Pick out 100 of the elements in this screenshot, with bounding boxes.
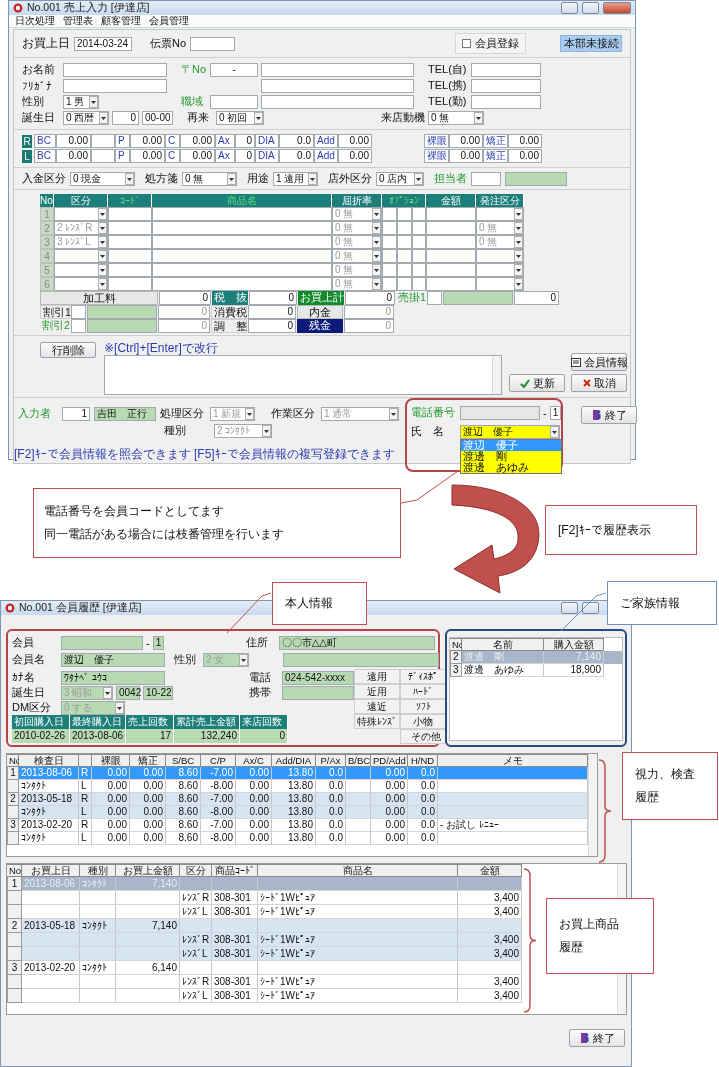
category-button[interactable]: 近用: [354, 684, 400, 699]
table-row[interactable]: ｺﾝﾀｸﾄ L 0.00 0.00 8.60 -8.00 0.00 13.80 0.0 0.00 0.0: [7, 832, 588, 845]
member-checkbox[interactable]: 会員登録: [455, 33, 526, 54]
text-field[interactable]: 吉田 正行: [94, 406, 156, 421]
text-field[interactable]: 0042: [116, 685, 140, 700]
category-button[interactable]: 遠用: [354, 669, 400, 684]
text-field[interactable]: 1: [549, 405, 561, 420]
category-button[interactable]: ｿﾌﾄ: [400, 699, 446, 714]
table-row[interactable]: ﾚﾝｽﾞL 308-301 ｼｰﾄﾞ1Wﾋﾟｭｱ 3,400: [7, 947, 522, 961]
category-button[interactable]: 特殊ﾚﾝｽﾞ: [354, 714, 400, 729]
text-field[interactable]: 0.0: [279, 149, 314, 163]
text-field[interactable]: [382, 235, 397, 249]
text-field[interactable]: [382, 277, 397, 291]
text-field[interactable]: [87, 319, 157, 333]
text-field[interactable]: 0: [249, 291, 297, 305]
text-field[interactable]: [397, 249, 412, 263]
maximize-button[interactable]: [582, 2, 599, 14]
text-field[interactable]: 0: [514, 291, 559, 305]
text-field[interactable]: [471, 94, 541, 109]
category-button[interactable]: ﾃﾞｨｽﾎﾟ: [400, 669, 446, 684]
text-field[interactable]: 0.00: [130, 134, 165, 148]
dropdown[interactable]: 1 遠用: [273, 171, 318, 186]
text-field[interactable]: 0: [235, 149, 255, 163]
text-field[interactable]: [108, 249, 152, 263]
memo-field[interactable]: [104, 355, 502, 395]
text-field[interactable]: 0.00: [449, 149, 483, 163]
dropdown[interactable]: [476, 207, 524, 221]
text-field[interactable]: [426, 235, 476, 249]
text-field[interactable]: 0: [248, 305, 296, 319]
exit-button[interactable]: 終了: [569, 1029, 625, 1047]
table-row[interactable]: 1 2013-08-06 R 0.00 0.00 8.60 -7.00 0.00 13.80 0.0 0.00 0.0: [7, 767, 588, 780]
text-field[interactable]: [108, 235, 152, 249]
text-field[interactable]: [382, 207, 397, 221]
text-field[interactable]: [63, 78, 167, 93]
text-field[interactable]: [91, 134, 115, 148]
menu-item[interactable]: 顧客管理: [101, 15, 141, 27]
text-field[interactable]: [261, 78, 414, 93]
text-field[interactable]: [426, 249, 476, 263]
text-field[interactable]: [210, 94, 258, 109]
category-button[interactable]: 小物: [400, 714, 446, 729]
text-field[interactable]: [152, 263, 332, 277]
text-field[interactable]: [87, 305, 157, 319]
table-row[interactable]: 3 2013-02-20 ｺﾝﾀｸﾄ 6,140: [7, 961, 522, 975]
delete-row-button[interactable]: 行削除: [40, 342, 96, 358]
text-field[interactable]: -: [210, 62, 258, 77]
dropdown[interactable]: 0 西暦: [63, 110, 109, 125]
text-field[interactable]: [412, 207, 426, 221]
text-field[interactable]: [261, 62, 414, 77]
category-button[interactable]: ﾊｰﾄﾞ: [400, 684, 446, 699]
table-row[interactable]: 3 2013-02-20 R 0.00 0.00 8.60 -7.00 0.00 13.80 0.0 0.00 0.0 - お試し ﾚﾆｭｰ: [7, 819, 588, 832]
total-button[interactable]: 内金: [297, 305, 343, 319]
text-field[interactable]: [108, 221, 152, 235]
minimize-button[interactable]: [561, 2, 578, 14]
text-field[interactable]: [108, 263, 152, 277]
total-button[interactable]: 加工料: [40, 291, 158, 305]
text-field[interactable]: [412, 235, 426, 249]
text-field[interactable]: [443, 291, 513, 305]
cancel-button[interactable]: 取消: [571, 374, 627, 392]
text-field[interactable]: [71, 305, 86, 319]
dropdown[interactable]: 0 初回: [216, 110, 264, 125]
dropdown[interactable]: 渡辺 優子: [460, 424, 560, 439]
text-field[interactable]: [397, 263, 412, 277]
table-row[interactable]: 2 2013-05-18 ｺﾝﾀｸﾄ 7,140: [7, 919, 522, 933]
member-info-button[interactable]: 会員情報: [571, 353, 627, 371]
dropdown[interactable]: 1 男: [63, 94, 99, 109]
text-field[interactable]: [91, 149, 115, 163]
category-button[interactable]: 遠近: [354, 699, 400, 714]
text-field[interactable]: [471, 62, 541, 77]
text-field[interactable]: [426, 207, 476, 221]
minimize-button[interactable]: [561, 602, 578, 614]
text-field[interactable]: [61, 635, 143, 650]
text-field[interactable]: [397, 207, 412, 221]
dropdown[interactable]: [54, 263, 108, 277]
connection-status-button[interactable]: 本部未接続: [560, 35, 622, 52]
table-row[interactable]: ﾚﾝｽﾞR 308-301 ｼｰﾄﾞ1Wﾋﾟｭｱ 3,400: [7, 975, 522, 989]
text-field[interactable]: 10-22: [143, 685, 173, 700]
text-field[interactable]: 〇〇市△△町: [278, 635, 435, 650]
text-field[interactable]: [471, 78, 541, 93]
text-field[interactable]: 00-00: [142, 110, 173, 125]
text-field[interactable]: [382, 221, 397, 235]
text-field[interactable]: [412, 249, 426, 263]
table-row[interactable]: 2 2013-05-18 R 0.00 0.00 8.60 -7.00 0.00 13.80 0.0 0.00 0.0: [7, 793, 588, 806]
update-button[interactable]: 更新: [509, 374, 565, 392]
text-field[interactable]: [427, 291, 442, 305]
dropdown[interactable]: [54, 207, 108, 221]
table-row[interactable]: ｺﾝﾀｸﾄ L 0.00 0.00 8.60 -8.00 0.00 13.80 0.0 0.00 0.0: [7, 780, 588, 793]
dropdown[interactable]: [476, 249, 524, 263]
table-row[interactable]: ｺﾝﾀｸﾄ L 0.00 0.00 8.60 -8.00 0.00 13.80 0.0 0.00 0.0: [7, 806, 588, 819]
text-field[interactable]: [397, 221, 412, 235]
text-field[interactable]: 1: [152, 635, 164, 650]
text-field[interactable]: 0.00: [449, 134, 483, 148]
text-field[interactable]: [108, 207, 152, 221]
dropdown[interactable]: 0 現金: [70, 171, 135, 186]
maximize-button[interactable]: [582, 602, 599, 614]
dropdown[interactable]: 0 無: [182, 171, 237, 186]
text-field[interactable]: 0.00: [180, 149, 215, 163]
text-field[interactable]: 0.00: [56, 134, 91, 148]
text-field[interactable]: [505, 171, 567, 186]
text-field[interactable]: 1: [62, 406, 90, 421]
text-field[interactable]: [152, 221, 332, 235]
